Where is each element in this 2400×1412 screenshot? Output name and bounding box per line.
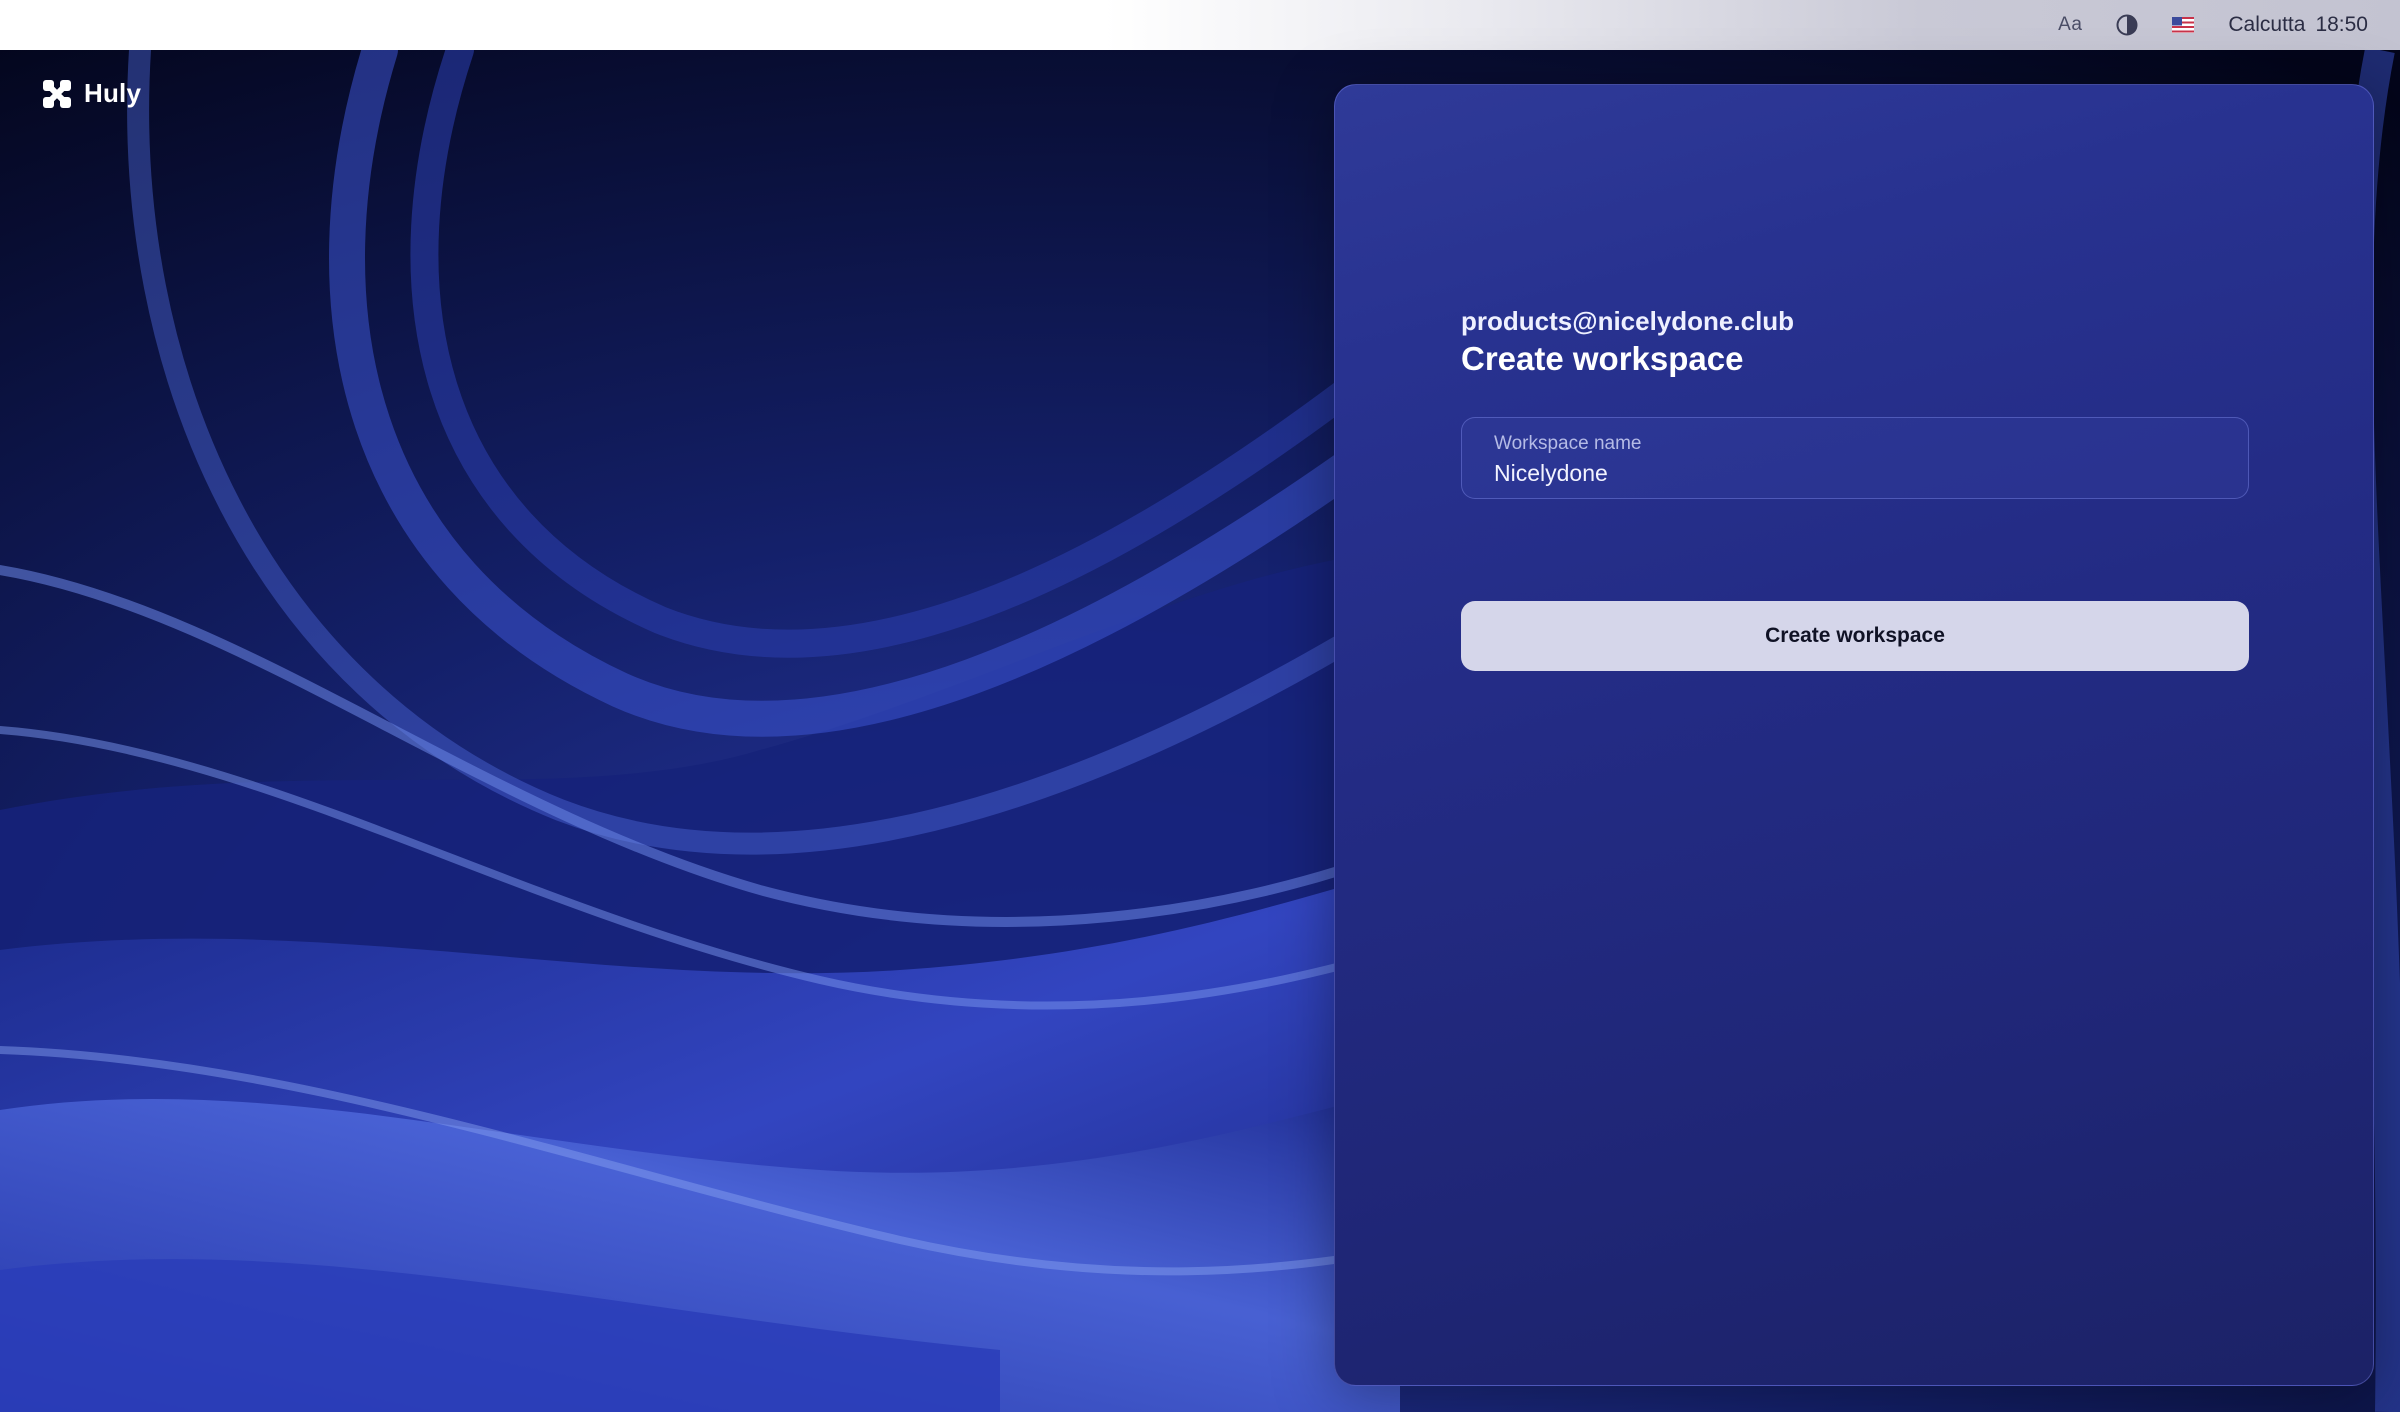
page-title: Create workspace — [1461, 340, 1744, 377]
system-top-bar: Aa Calcutta 18:50 — [0, 0, 2400, 50]
font-size-label: Aa — [2058, 14, 2083, 35]
workspace-name-input[interactable] — [1494, 459, 2216, 487]
create-workspace-button[interactable]: Create workspace — [1461, 601, 2249, 671]
huly-logo-icon — [42, 79, 72, 109]
us-flag-icon[interactable] — [2172, 17, 2195, 33]
create-workspace-form: products@nicelydone.club Create workspac… — [1461, 305, 2249, 671]
create-workspace-panel: products@nicelydone.club Create workspac… — [1334, 84, 2374, 1386]
account-email: products@nicelydone.club — [1461, 306, 1795, 336]
workspace-name-field[interactable]: Workspace name — [1461, 417, 2249, 499]
clock: Calcutta 18:50 — [2228, 13, 2368, 37]
timezone-label: Calcutta — [2228, 13, 2306, 36]
brand-name: Huly — [84, 78, 142, 108]
workspace-name-label: Workspace name — [1494, 433, 1642, 454]
font-size-button[interactable]: Aa — [2058, 14, 2082, 36]
contrast-icon[interactable] — [2116, 14, 2138, 36]
brand[interactable]: Huly — [42, 78, 141, 109]
time-label: 18:50 — [2315, 13, 2368, 36]
